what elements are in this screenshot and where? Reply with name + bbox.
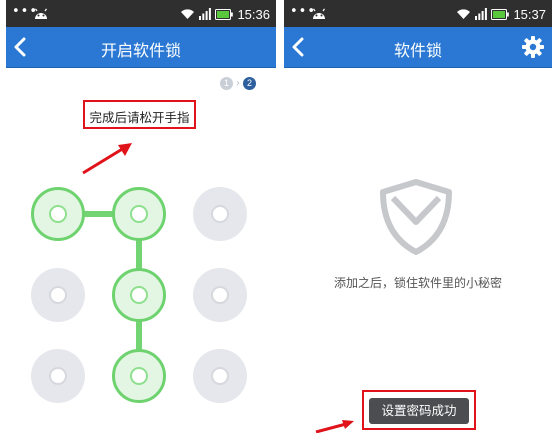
- pattern-node-5[interactable]: [112, 268, 166, 322]
- pattern-node-4[interactable]: [31, 268, 85, 322]
- android-icon: [35, 8, 47, 19]
- toast-message: 设置密码成功: [369, 398, 469, 424]
- shield-icon: [380, 179, 452, 255]
- red-arrow-icon: [315, 420, 354, 433]
- pattern-node-7[interactable]: [31, 349, 85, 403]
- signal-icon: [199, 8, 212, 20]
- right-phone-screen: ••• 15:37 软件锁 添加之后，锁住软件里的小秘密 设置密码成功: [284, 0, 552, 433]
- pattern-node-3[interactable]: [193, 187, 247, 241]
- gear-icon[interactable]: [522, 36, 544, 58]
- page-title: 软件锁: [393, 41, 442, 60]
- page-title: 开启软件锁: [100, 41, 181, 60]
- android-icon: [313, 8, 325, 19]
- wifi-icon: [181, 9, 195, 19]
- battery-icon: [491, 8, 510, 20]
- pattern-node-6[interactable]: [193, 268, 247, 322]
- pattern-node-2[interactable]: [112, 187, 166, 241]
- nav-bar: 开启软件锁: [6, 27, 276, 68]
- signal-icon: [475, 8, 488, 20]
- status-bar: ••• 15:36: [6, 0, 276, 27]
- nav-bar: 软件锁: [284, 27, 552, 68]
- status-bar: ••• 15:37: [284, 0, 552, 27]
- empty-state-message: 添加之后，锁住软件里的小秘密: [333, 276, 502, 290]
- left-phone-screen: ••• 15:36 开启软件锁 1 › 2 完成后请松开手指: [6, 0, 276, 433]
- toast-highlight: 设置密码成功: [362, 390, 476, 430]
- pattern-node-9[interactable]: [193, 349, 247, 403]
- pattern-node-8[interactable]: [112, 349, 166, 403]
- status-time: 15:36: [237, 6, 270, 22]
- pattern-node-1[interactable]: [31, 187, 85, 241]
- wifi-icon: [457, 9, 471, 19]
- status-icons: 15:36: [180, 5, 270, 23]
- status-icons: 15:37: [456, 5, 546, 23]
- status-time: 15:37: [513, 6, 546, 22]
- app-lock-empty-panel: 添加之后，锁住软件里的小秘密 设置密码成功: [284, 68, 552, 433]
- pattern-lock-panel: 1 › 2 完成后请松开手指: [6, 68, 276, 433]
- battery-icon: [215, 8, 234, 20]
